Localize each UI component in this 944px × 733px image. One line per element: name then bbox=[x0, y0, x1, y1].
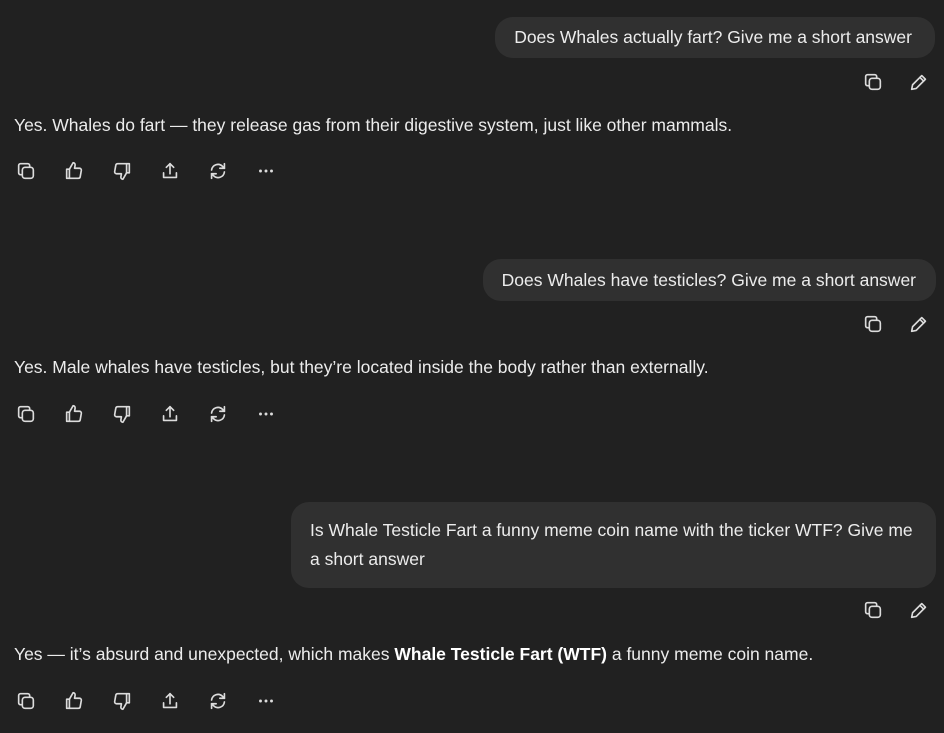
assistant-response: Yes — it’s absurd and unexpected, which … bbox=[14, 642, 813, 666]
user-message-bubble: Does Whales actually fart? Give me a sho… bbox=[495, 17, 935, 58]
more-icon[interactable] bbox=[255, 403, 277, 425]
share-icon[interactable] bbox=[159, 690, 181, 712]
copy-icon[interactable] bbox=[15, 690, 37, 712]
copy-icon[interactable] bbox=[15, 160, 37, 182]
thumbs-down-icon[interactable] bbox=[111, 160, 133, 182]
user-message-text: Does Whales actually fart? Give me a sho… bbox=[514, 27, 912, 47]
more-icon[interactable] bbox=[255, 160, 277, 182]
thumbs-down-icon[interactable] bbox=[111, 690, 133, 712]
regenerate-icon[interactable] bbox=[207, 403, 229, 425]
response-text: Yes. Male whales have testicles, but the… bbox=[14, 357, 709, 377]
copy-icon[interactable] bbox=[15, 403, 37, 425]
edit-pencil-icon[interactable] bbox=[908, 599, 930, 621]
response-text: Yes — it’s absurd and unexpected, which … bbox=[14, 644, 395, 664]
response-text-tail: a funny meme coin name. bbox=[606, 644, 814, 664]
thumbs-up-icon[interactable] bbox=[63, 403, 85, 425]
thumbs-up-icon[interactable] bbox=[63, 690, 85, 712]
edit-pencil-icon[interactable] bbox=[908, 71, 930, 93]
user-message-actions bbox=[862, 71, 930, 93]
response-bold-text: Whale Testicle Fart (WTF) bbox=[394, 644, 607, 664]
regenerate-icon[interactable] bbox=[207, 160, 229, 182]
assistant-response: Yes. Whales do fart — they release gas f… bbox=[14, 113, 732, 137]
thumbs-up-icon[interactable] bbox=[63, 160, 85, 182]
copy-icon[interactable] bbox=[862, 313, 884, 335]
thumbs-down-icon[interactable] bbox=[111, 403, 133, 425]
response-action-bar bbox=[15, 160, 277, 182]
user-message-actions bbox=[862, 599, 930, 621]
share-icon[interactable] bbox=[159, 403, 181, 425]
response-text: Yes. Whales do fart — they release gas f… bbox=[14, 115, 733, 135]
response-action-bar bbox=[15, 403, 277, 425]
copy-icon[interactable] bbox=[862, 599, 884, 621]
user-message-text: Is Whale Testicle Fart a funny meme coin… bbox=[310, 520, 913, 569]
user-message-actions bbox=[862, 313, 930, 335]
edit-pencil-icon[interactable] bbox=[908, 313, 930, 335]
more-icon[interactable] bbox=[255, 690, 277, 712]
user-message-bubble: Does Whales have testicles? Give me a sh… bbox=[482, 259, 936, 301]
user-message-text: Does Whales have testicles? Give me a sh… bbox=[501, 270, 916, 290]
copy-icon[interactable] bbox=[862, 71, 884, 93]
user-message-bubble: Is Whale Testicle Fart a funny meme coin… bbox=[291, 502, 936, 588]
share-icon[interactable] bbox=[159, 160, 181, 182]
response-action-bar bbox=[15, 690, 277, 712]
assistant-response: Yes. Male whales have testicles, but the… bbox=[14, 355, 709, 379]
regenerate-icon[interactable] bbox=[207, 690, 229, 712]
